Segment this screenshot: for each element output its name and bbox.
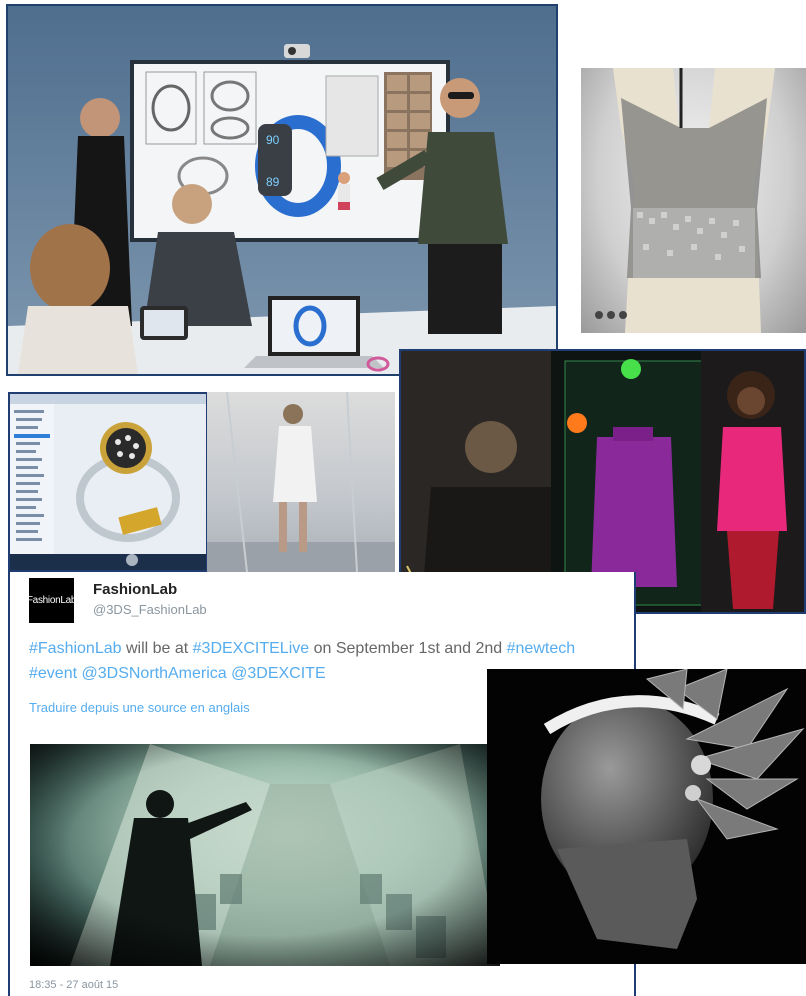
dress-illustration: [613, 68, 775, 333]
headpiece-illustration: [541, 669, 805, 949]
tweet-hashtag-link[interactable]: #event: [29, 665, 77, 682]
tweet-text-segment: on September 1st and 2nd: [309, 640, 507, 657]
headpiece-3d-render: [487, 669, 806, 964]
tracker-top-value: 90: [266, 133, 280, 147]
tweet-hashtag-link[interactable]: #newtech: [507, 640, 576, 657]
model-illustration: [207, 392, 395, 572]
tweet-hashtag-link[interactable]: @3DSNorthAmerica: [82, 665, 227, 682]
model-white-dress-photo: [207, 392, 395, 572]
tweet-hashtag-link[interactable]: #3DEXCITELive: [193, 640, 310, 657]
tweet-timestamp[interactable]: 18:35 - 27 août 15: [29, 979, 118, 991]
carousel-dot[interactable]: [619, 311, 627, 319]
meeting-room-photo: 90 89: [6, 4, 558, 376]
tweet-text-segment: will be at: [121, 640, 193, 657]
carousel-dots[interactable]: [595, 311, 627, 319]
tweet-hashtag-link[interactable]: @3DEXCITE: [231, 665, 325, 682]
tweet-hashtag-link[interactable]: #FashionLab: [29, 640, 122, 657]
carousel-dot[interactable]: [595, 311, 603, 319]
carousel-dot[interactable]: [607, 311, 615, 319]
tweet-avatar[interactable]: FashionLab: [27, 578, 76, 623]
tracker-bottom-value: 89: [266, 175, 280, 189]
tweet-photo-aircraft-vr[interactable]: [30, 744, 500, 966]
tweet-author-handle[interactable]: @3DS_FashionLab: [93, 602, 207, 617]
aircraft-cabin-illustration: [30, 744, 500, 966]
translate-link[interactable]: Traduire depuis une source en anglais: [29, 700, 250, 715]
cad-illustration: [10, 394, 206, 570]
tweet-author-name[interactable]: FashionLab: [93, 581, 177, 598]
ring-cad-screenshot: [8, 392, 208, 572]
dress-3d-render: [581, 68, 806, 333]
meeting-room-illustration: 90 89: [8, 6, 556, 374]
